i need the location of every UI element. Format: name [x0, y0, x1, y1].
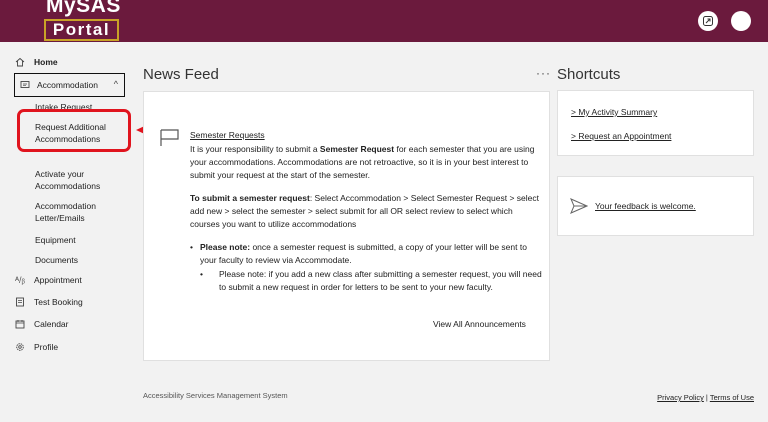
sidebar-item-profile[interactable]: Profile — [14, 341, 58, 353]
sidebar-item-label: Accommodation — [37, 80, 98, 90]
sidebar-subitem-activate-accommodations[interactable]: Activate your Accommodations — [35, 168, 135, 192]
news-bold-text: Please note: — [200, 242, 251, 252]
news-text: once a semester request is submitted, a … — [200, 242, 527, 265]
external-link-icon — [703, 16, 713, 26]
news-note-list: Please note: once a semester request is … — [190, 241, 542, 294]
list-item: Please note: once a semester request is … — [190, 241, 542, 267]
logo-text-bottom: Portal — [44, 19, 119, 41]
my-activity-summary-link[interactable]: > My Activity Summary — [571, 107, 657, 117]
sidebar-item-label: Home — [34, 57, 58, 67]
appointment-icon: ᴬ/ᵦ — [14, 275, 26, 285]
sidebar-item-calendar[interactable]: Calendar — [14, 318, 69, 330]
news-item-title[interactable]: Semester Requests — [190, 129, 542, 142]
chevron-up-icon: ^ — [113, 79, 118, 89]
footer-links: Privacy Policy | Terms of Use — [657, 393, 754, 402]
sidebar-item-label: Profile — [34, 342, 59, 352]
view-all-announcements-link[interactable]: View All Announcements — [433, 319, 526, 329]
shortcuts-card: > My Activity Summary > Request an Appoi… — [557, 90, 754, 156]
sidebar-subitem-equipment[interactable]: Equipment — [35, 234, 135, 246]
test-booking-icon — [14, 296, 26, 308]
external-link-button[interactable] — [698, 11, 718, 31]
footer-system-name: Accessibility Services Management System — [143, 391, 288, 400]
sidebar-item-test-booking[interactable]: Test Booking — [14, 296, 83, 308]
shortcuts-title: Shortcuts — [557, 66, 621, 83]
sidebar-item-accommodation[interactable]: Accommodation ^ — [14, 73, 125, 97]
flag-icon — [160, 129, 179, 146]
news-paragraph-2: To submit a semester request: Select Acc… — [190, 192, 542, 231]
sidebar-item-label: Test Booking — [34, 297, 83, 307]
calendar-icon — [14, 318, 26, 330]
highlight-box — [17, 109, 131, 152]
feedback-link[interactable]: Your feedback is welcome. — [595, 201, 696, 211]
more-options-button[interactable]: ··· — [536, 66, 551, 80]
top-bar: MySAS Portal — [0, 0, 768, 42]
news-feed-title: News Feed — [143, 66, 219, 83]
gear-icon — [14, 341, 26, 353]
user-avatar-button[interactable] — [731, 11, 751, 31]
logo-text-top: MySAS — [46, 0, 121, 17]
sidebar-item-label: Appointment — [34, 275, 82, 285]
news-text: It is your responsibility to submit a — [190, 144, 320, 154]
news-body: Semester Requests It is your responsibil… — [190, 129, 542, 294]
sidebar-item-home[interactable]: Home — [14, 56, 58, 68]
sidebar-subitem-letter-emails[interactable]: Accommodation Letter/Emails — [35, 200, 135, 224]
home-icon — [14, 56, 26, 68]
send-icon — [570, 198, 588, 214]
news-bold-text: Semester Request — [319, 144, 395, 154]
request-appointment-link[interactable]: > Request an Appointment — [571, 131, 671, 141]
sidebar-item-appointment[interactable]: ᴬ/ᵦ Appointment — [14, 274, 82, 286]
terms-of-use-link[interactable]: Terms of Use — [710, 393, 754, 402]
news-text: Please note: if you add a new class afte… — [219, 269, 542, 292]
privacy-policy-link[interactable]: Privacy Policy — [657, 393, 704, 402]
feedback-card: Your feedback is welcome. — [557, 176, 754, 236]
news-bold-text: To submit a semester request — [190, 193, 310, 203]
sidebar-item-label: Calendar — [34, 319, 69, 329]
news-card: Semester Requests It is your responsibil… — [143, 91, 550, 361]
sidebar-subitem-documents[interactable]: Documents — [35, 254, 135, 266]
list-item: Please note: if you add a new class afte… — [200, 268, 542, 294]
message-icon — [19, 79, 31, 91]
news-paragraph-1: It is your responsibility to submit a Se… — [190, 143, 542, 182]
